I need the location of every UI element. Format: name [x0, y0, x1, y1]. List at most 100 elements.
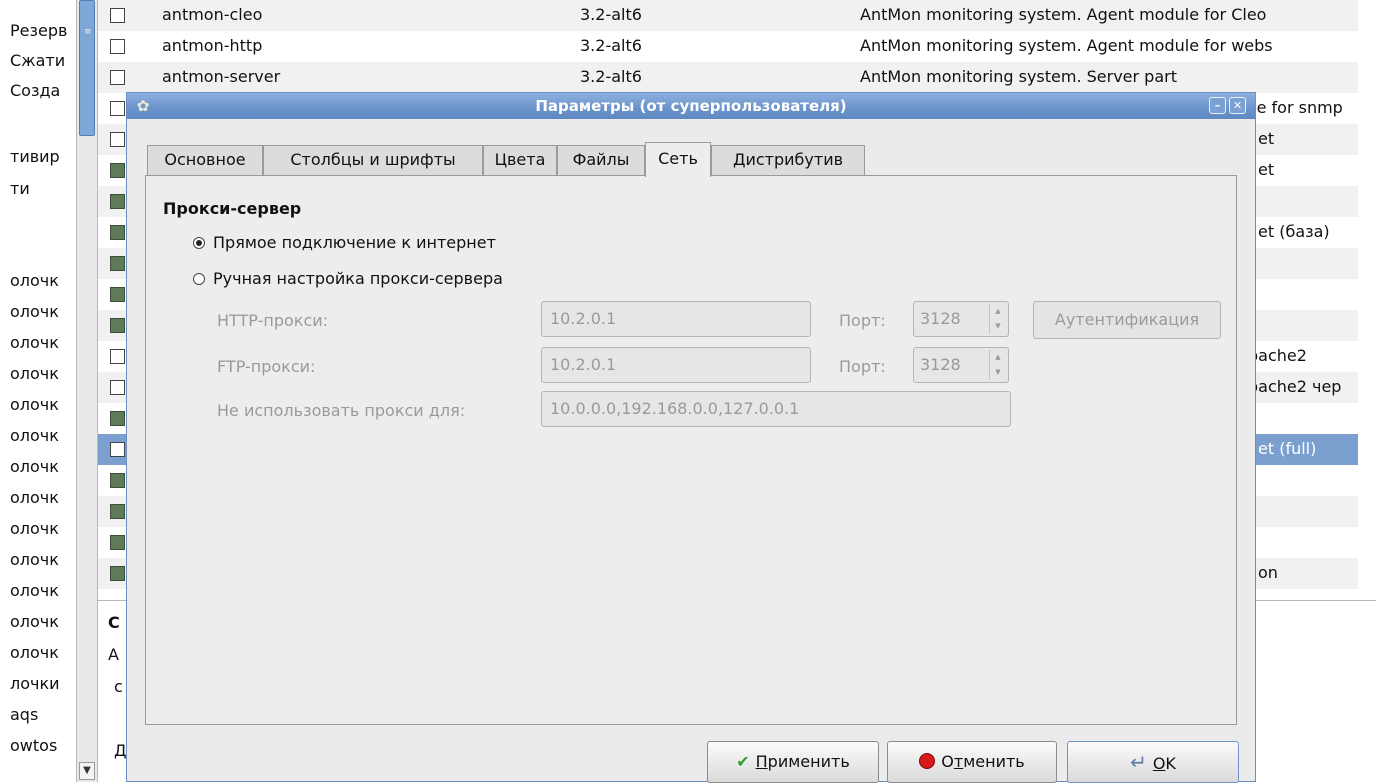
package-checkbox[interactable]	[110, 473, 125, 488]
tab-general[interactable]: Основное	[147, 145, 263, 175]
package-name: antmon-server	[162, 67, 281, 86]
left-item[interactable]: лочки	[10, 669, 60, 699]
right-scrollbar[interactable]	[1358, 0, 1376, 600]
tab-colors[interactable]: Цвета	[483, 145, 557, 175]
package-description: pache2 чер	[1248, 377, 1342, 396]
tab-columns-fonts[interactable]: Столбцы и шрифты	[263, 145, 483, 175]
minimize-button[interactable]: –	[1209, 97, 1226, 114]
package-checkbox[interactable]	[110, 504, 125, 519]
dialog-title: Параметры (от суперпользователя)	[535, 97, 847, 115]
left-item[interactable]: олочк	[10, 390, 59, 420]
package-checkbox[interactable]	[110, 380, 125, 395]
ftp-proxy-label: FTP-прокси:	[217, 357, 316, 376]
tab-files[interactable]: Файлы	[557, 145, 645, 175]
info-text: Д	[114, 741, 127, 760]
package-checkbox[interactable]	[110, 349, 125, 364]
http-port-label: Порт:	[839, 311, 886, 330]
no-proxy-input[interactable]: 10.0.0.0,192.168.0.0,127.0.0.1	[541, 391, 1011, 427]
left-item[interactable]: aqs	[10, 700, 38, 730]
package-description: pache2	[1248, 346, 1307, 365]
section-title: Прокси-сервер	[163, 199, 302, 218]
package-checkbox[interactable]	[110, 70, 125, 85]
scrollbar-thumb[interactable]: ≡	[79, 0, 95, 136]
package-description: et (full)	[1258, 439, 1317, 458]
left-item[interactable]: олочк	[10, 359, 59, 389]
table-row[interactable]: antmon-server 3.2-alt6 AntMon monitoring…	[98, 62, 1376, 93]
radio-direct-connection[interactable]: Прямое подключение к интернет	[193, 231, 496, 255]
left-item[interactable]: ти	[10, 174, 30, 204]
package-checkbox[interactable]	[110, 442, 125, 457]
ok-label-mnemonic: O	[1152, 754, 1166, 773]
left-item[interactable]: олочк	[10, 266, 59, 296]
radio-unselected-icon[interactable]	[193, 273, 205, 285]
dialog-titlebar[interactable]: ✿ Параметры (от суперпользователя) – ✕	[127, 93, 1255, 119]
package-checkbox[interactable]	[110, 256, 125, 271]
left-item[interactable]: олочк	[10, 328, 59, 358]
package-name: antmon-http	[162, 36, 263, 55]
grip-icon: ≡	[84, 27, 92, 37]
table-row[interactable]: antmon-http 3.2-alt6 AntMon monitoring s…	[98, 31, 1376, 62]
package-checkbox[interactable]	[110, 411, 125, 426]
radio-manual-proxy[interactable]: Ручная настройка прокси-сервера	[193, 267, 503, 291]
package-checkbox[interactable]	[110, 225, 125, 240]
left-item[interactable]: олочк	[10, 576, 59, 606]
package-checkbox[interactable]	[110, 287, 125, 302]
left-item[interactable]: олочк	[10, 514, 59, 544]
ok-button[interactable]: ↵ OK	[1067, 741, 1239, 783]
left-item[interactable]: олочк	[10, 452, 59, 482]
package-checkbox[interactable]	[110, 101, 125, 116]
left-item[interactable]: олочк	[10, 421, 59, 451]
info-heading: С	[108, 613, 120, 632]
left-scrollbar[interactable]: ≡ ▼	[76, 0, 98, 782]
package-description: AntMon monitoring system. Agent module f…	[860, 36, 1273, 55]
radio-label: Ручная настройка прокси-сервера	[213, 269, 503, 288]
left-item[interactable]: Резерв	[10, 16, 67, 46]
ok-label-post: K	[1165, 754, 1176, 773]
left-item[interactable]: олочк	[10, 607, 59, 637]
package-description: AntMon monitoring system. Agent module f…	[860, 5, 1267, 24]
package-checkbox[interactable]	[110, 8, 125, 23]
spin-arrows-icon[interactable]: ▲ ▼	[989, 304, 1006, 334]
cancel-label-post: менить	[963, 752, 1025, 771]
cancel-button[interactable]: Отменить	[887, 741, 1057, 783]
package-checkbox[interactable]	[110, 566, 125, 581]
left-item[interactable]: олочк	[10, 297, 59, 327]
package-version: 3.2-alt6	[580, 5, 642, 24]
package-checkbox[interactable]	[110, 39, 125, 54]
close-button[interactable]: ✕	[1229, 97, 1246, 114]
radio-selected-icon[interactable]	[193, 237, 205, 249]
table-row[interactable]: antmon-cleo 3.2-alt6 AntMon monitoring s…	[98, 0, 1376, 31]
package-checkbox[interactable]	[110, 132, 125, 147]
package-checkbox[interactable]	[110, 535, 125, 550]
http-port-stepper[interactable]: 3128 ▲ ▼	[913, 301, 1009, 337]
ftp-port-value: 3128	[920, 355, 961, 374]
package-checkbox[interactable]	[110, 163, 125, 178]
scroll-down-button[interactable]: ▼	[79, 762, 95, 780]
ftp-proxy-input[interactable]: 10.2.0.1	[541, 347, 811, 383]
ftp-port-stepper[interactable]: 3128 ▲ ▼	[913, 347, 1009, 383]
package-checkbox[interactable]	[110, 318, 125, 333]
package-description: ule for snmp	[1242, 98, 1343, 117]
package-description: et	[1258, 160, 1275, 179]
apply-button[interactable]: ✔ Применить	[707, 741, 879, 783]
info-text: с	[114, 677, 123, 696]
cancel-label-mnemonic: т	[953, 752, 964, 771]
left-item[interactable]: Созда	[10, 76, 60, 106]
package-description: on	[1258, 563, 1278, 582]
package-checkbox[interactable]	[110, 194, 125, 209]
left-item[interactable]: тивир	[10, 142, 60, 172]
left-item[interactable]: Сжати	[10, 46, 65, 76]
tab-network[interactable]: Сеть	[645, 142, 711, 177]
left-item[interactable]: олочк	[10, 483, 59, 513]
left-item[interactable]: олочк	[10, 545, 59, 575]
http-proxy-input[interactable]: 10.2.0.1	[541, 301, 811, 337]
tab-distribution[interactable]: Дистрибутив	[711, 145, 865, 175]
left-item[interactable]: олочк	[10, 638, 59, 668]
enter-arrow-icon: ↵	[1130, 750, 1147, 774]
authentication-button[interactable]: Аутентификация	[1033, 301, 1221, 339]
http-proxy-label: HTTP-прокси:	[217, 311, 329, 330]
spin-arrows-icon[interactable]: ▲ ▼	[989, 350, 1006, 380]
left-item[interactable]: owtos	[10, 731, 57, 761]
package-version: 3.2-alt6	[580, 36, 642, 55]
apply-label-mnemonic: П	[755, 752, 768, 771]
